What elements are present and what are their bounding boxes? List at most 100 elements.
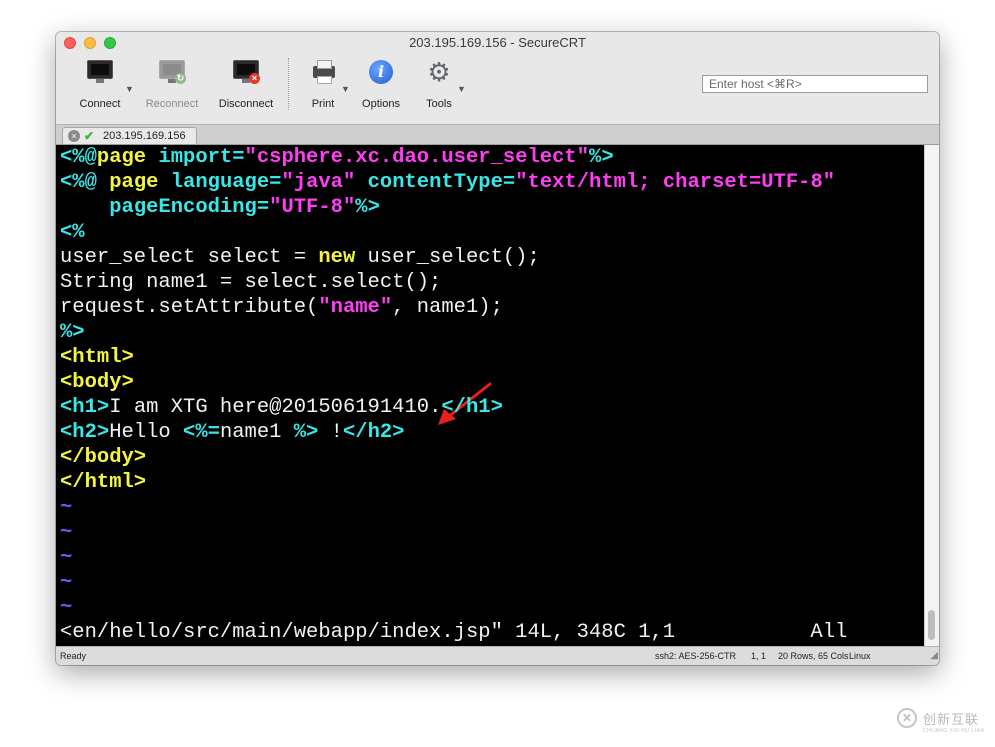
terminal-token: <body> [60,371,134,394]
terminal-token: Hello [109,421,184,444]
terminal-line: ~ [60,520,72,545]
terminal-line: %> [60,320,85,345]
host-input[interactable] [702,75,928,93]
window-minimize-button[interactable] [84,37,96,49]
terminal-token: user_select(); [355,246,540,269]
terminal-line: <en/hello/src/main/webapp/index.jsp" 14L… [60,620,847,645]
terminal-token: page [96,146,159,169]
terminal-line: <% [60,220,85,245]
terminal-token: <%@ [60,146,97,169]
window-zoom-button[interactable] [104,37,116,49]
terminal-line: ~ [60,595,72,620]
print-dropdown-icon[interactable]: ▼ [341,84,350,94]
terminal-token: ~ [60,571,73,594]
terminal-token: <%@ [60,171,110,194]
info-icon: i [366,60,396,88]
status-rows-cols: 20 Rows, 65 Cols [778,651,849,661]
terminal-token: ~ [60,546,73,569]
terminal-token: contentType [367,171,503,194]
terminal-line: <body> [60,370,134,395]
terminal-line: ~ [60,495,72,520]
toolbar-divider [288,58,289,110]
terminal-token: page [109,171,171,194]
terminal-token: "UTF-8" [269,196,356,219]
terminal-line: user_select select = new user_select(); [60,245,540,270]
terminal-token: </body> [60,446,147,469]
terminal-line: <html> [60,345,134,370]
watermark-subtext: CHUANG XIN HU LIAN [923,728,985,734]
printer-icon [308,58,338,86]
terminal-token: %> [293,421,319,444]
terminal-token: <h2> [60,421,110,444]
terminal-token: "name" [318,296,393,319]
resize-grip-icon[interactable]: ◢ [930,647,938,665]
session-tab[interactable]: × ✔ 203.195.169.156 [62,127,197,144]
terminal-token: pageEncoding [109,196,257,219]
session-tab-bar: × ✔ 203.195.169.156 [56,124,939,145]
terminal-token: I am XTG here@201506191410. [109,396,442,419]
terminal-token: ~ [60,496,73,519]
reconnect-icon: ↻ [157,58,187,86]
terminal-token: = [256,196,270,219]
terminal-line: <%@page import="csphere.xc.dao.user_sele… [60,145,614,170]
terminal-token: ! [318,421,343,444]
connect-button[interactable]: Connect [76,58,124,114]
terminal-token: request.setAttribute( [60,296,319,319]
terminal-token: "java" [281,171,368,194]
terminal-token: = [232,146,245,169]
terminal-line: <h1>I am XTG here@201506191410.</h1> [60,395,503,420]
terminal-token: <%= [183,421,220,444]
terminal-token: user_select select = [60,246,319,269]
securecrt-window: 203.195.169.156 - SecureCRT Connect ▼ ↻ … [56,32,939,665]
terminal-token: import [158,146,233,169]
watermark-logo-icon: ✕ [897,708,917,728]
connected-check-icon: ✔ [84,129,95,143]
terminal-token: = [269,171,282,194]
connect-label: Connect [79,98,121,110]
terminal-line: </html> [60,470,146,495]
title-bar: 203.195.169.156 - SecureCRT [56,32,939,54]
terminal-token: </h2> [342,421,405,444]
terminal-line: String name1 = select.select(); [60,270,441,295]
terminal-token: "text/html; [515,171,663,194]
tools-button[interactable]: ⚙ Tools [422,58,456,114]
reconnect-button[interactable]: ↻ Reconnect [144,58,200,114]
tools-dropdown-icon[interactable]: ▼ [457,84,466,94]
connect-icon [85,58,115,86]
terminal-scrollbar[interactable] [924,145,939,646]
terminal-line: ~ [60,570,72,595]
disconnect-button[interactable]: × Disconnect [216,58,276,114]
gear-icon: ⚙ [427,57,451,87]
terminal-token: charset=UTF-8" [662,171,836,194]
terminal-token: <h1> [60,396,110,419]
terminal-token: String name1 = select.select(); [60,271,442,294]
terminal-token: %> [355,196,380,219]
terminal-token: language [170,171,270,194]
watermark: ✕ 创新互联 CHUANG XIN HU LIAN [895,703,992,743]
terminal-screen[interactable]: <%@page import="csphere.xc.dao.user_sele… [56,145,924,646]
status-os: Linux [849,651,871,661]
scroll-thumb[interactable] [928,610,935,640]
status-encryption: ssh2: AES-256-CTR [655,651,737,661]
terminal-token: , name1); [392,296,503,319]
tab-close-icon[interactable]: × [68,130,80,142]
terminal-token: </html> [60,471,147,494]
print-button[interactable]: Print [306,58,340,114]
window-close-button[interactable] [64,37,76,49]
terminal-token: "csphere.xc.dao.user_select" [244,146,590,169]
terminal-line: request.setAttribute("name", name1); [60,295,503,320]
disconnect-icon: × [231,58,261,86]
window-title: 203.195.169.156 - SecureCRT [409,35,586,50]
options-label: Options [362,98,400,110]
terminal-token: = [502,171,516,194]
tools-label: Tools [426,98,452,110]
reconnect-label: Reconnect [145,98,199,110]
terminal-line: pageEncoding="UTF-8"%> [60,195,380,220]
terminal-line: <%@ page language="java" contentType="te… [60,170,835,195]
terminal-token: <% [60,221,85,244]
terminal-line: </body> [60,445,146,470]
session-tab-label: 203.195.169.156 [103,130,186,142]
options-button[interactable]: i Options [358,58,404,114]
connect-dropdown-icon[interactable]: ▼ [125,84,134,94]
